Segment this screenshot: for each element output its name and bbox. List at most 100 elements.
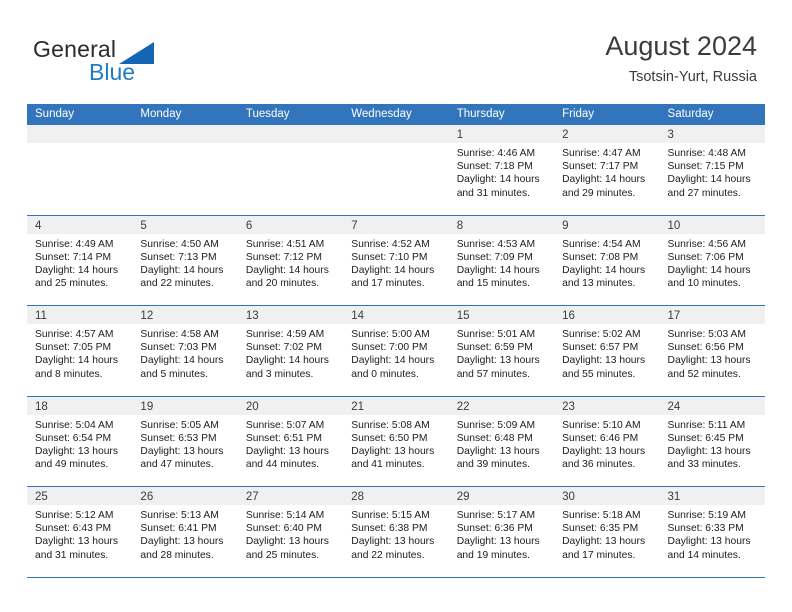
calendar-day-cell[interactable]: 11 Sunrise: 4:57 AM Sunset: 7:05 PM Dayligh… (27, 306, 133, 396)
calendar-day-cell[interactable]: 10 Sunrise: 4:56 AM Sunset: 7:06 PM Dayligh… (659, 215, 765, 305)
calendar-day-cell[interactable]: 28 Sunrise: 5:15 AM Sunset: 6:38 PM Dayligh… (343, 487, 449, 577)
day-number-band: 3 (659, 125, 765, 143)
general-blue-logo[interactable]: General Blue (33, 36, 233, 92)
daylight-text-line2: and 31 minutes. (35, 549, 109, 561)
day-number-band: 22 (448, 396, 555, 415)
sunset-text: Sunset: 6:54 PM (35, 432, 112, 444)
calendar-day-cell[interactable]: 5 Sunrise: 4:50 AM Sunset: 7:13 PM Daylight… (132, 215, 238, 305)
daylight-text-line2: and 28 minutes. (140, 549, 214, 561)
logo-text-blue: Blue (89, 59, 136, 85)
calendar-day-cell[interactable]: 22 Sunrise: 5:09 AM Sunset: 6:48 PM Dayligh… (448, 396, 555, 486)
calendar-day-cell[interactable]: 27 Sunrise: 5:14 AM Sunset: 6:40 PM Dayligh… (237, 487, 344, 577)
sunrise-text: Sunrise: 5:15 AM (351, 510, 430, 521)
day-number-band: 5 (132, 215, 238, 234)
daylight-text-line2: and 3 minutes. (245, 368, 314, 380)
sunrise-text: Sunrise: 5:17 AM (456, 510, 536, 521)
calendar-week-row: 18 Sunrise: 5:04 AM Sunset: 6:54 PM Dayligh… (27, 396, 765, 487)
sunrise-text: Sunrise: 5:08 AM (351, 419, 430, 431)
day-number-band: 17 (659, 306, 765, 324)
calendar-day-cell[interactable]: 9 Sunrise: 4:54 AM Sunset: 7:08 PM Daylight… (554, 215, 660, 305)
daylight-text-line1: Daylight: 13 hours (562, 536, 646, 548)
calendar-day-cell[interactable]: 21 Sunrise: 5:08 AM Sunset: 6:50 PM Dayligh… (343, 396, 449, 486)
sunrise-text: Sunrise: 5:03 AM (667, 329, 746, 340)
calendar-week-row: 4 Sunrise: 4:49 AM Sunset: 7:14 PM Daylight… (27, 215, 765, 306)
day-details: Sunrise: 5:19 AM Sunset: 6:33 PM Daylight:… (660, 505, 765, 562)
sunrise-text: Sunrise: 4:48 AM (667, 148, 746, 159)
calendar-grid: Sunday Monday Tuesday Wednesday Thursday… (27, 104, 765, 578)
day-number-band (27, 125, 133, 143)
calendar-day-cell[interactable]: 19 Sunrise: 5:05 AM Sunset: 6:53 PM Dayligh… (132, 396, 238, 486)
page-title: August 2024 (605, 31, 757, 61)
daylight-text-line1: Daylight: 13 hours (140, 445, 224, 457)
daylight-text-line1: Daylight: 14 hours (35, 264, 118, 276)
calendar-day-cell[interactable]: 18 Sunrise: 5:04 AM Sunset: 6:54 PM Dayligh… (27, 396, 133, 486)
day-details: Sunrise: 4:53 AM Sunset: 7:09 PM Daylight:… (449, 234, 554, 291)
day-number-band: 9 (554, 215, 660, 234)
day-number-band: 6 (237, 215, 344, 234)
calendar-day-cell[interactable]: 15 Sunrise: 5:01 AM Sunset: 6:59 PM Dayligh… (448, 306, 555, 396)
calendar-day-cell[interactable]: 24 Sunrise: 5:11 AM Sunset: 6:45 PM Dayligh… (659, 396, 765, 486)
daylight-text-line2: and 0 minutes. (351, 368, 419, 380)
calendar-day-cell[interactable]: 20 Sunrise: 5:07 AM Sunset: 6:51 PM Dayligh… (237, 396, 344, 486)
calendar-day-cell[interactable]: 8 Sunrise: 4:53 AM Sunset: 7:09 PM Daylight… (448, 215, 555, 305)
daylight-text-line2: and 44 minutes. (245, 459, 320, 471)
day-details: Sunrise: 5:12 AM Sunset: 6:43 PM Daylight:… (27, 505, 132, 562)
day-number: 16 (562, 310, 575, 322)
sunrise-text: Sunrise: 5:04 AM (35, 419, 114, 431)
calendar-day-cell[interactable]: 26 Sunrise: 5:13 AM Sunset: 6:41 PM Dayligh… (132, 487, 238, 577)
day-number-band: 25 (27, 487, 133, 505)
sunset-text: Sunset: 7:09 PM (456, 251, 533, 263)
calendar-day-cell[interactable]: 16 Sunrise: 5:02 AM Sunset: 6:57 PM Dayligh… (554, 306, 660, 396)
calendar-day-cell[interactable]: 1 Sunrise: 4:46 AM Sunset: 7:18 PM Daylight… (448, 125, 555, 215)
day-number-band: 26 (132, 487, 238, 505)
weekday-wednesday: Wednesday (351, 108, 412, 120)
weekday-friday: Friday (562, 108, 595, 120)
daylight-text-line1: Daylight: 14 hours (456, 264, 540, 276)
calendar-day-cell[interactable]: 30 Sunrise: 5:18 AM Sunset: 6:35 PM Dayligh… (554, 487, 660, 577)
day-number-band: 15 (448, 306, 555, 324)
day-number: 28 (351, 491, 365, 503)
daylight-text-line1: Daylight: 13 hours (245, 536, 329, 548)
calendar-day-cell[interactable]: 13 Sunrise: 4:59 AM Sunset: 7:02 PM Dayligh… (237, 306, 344, 396)
daylight-text-line2: and 15 minutes. (456, 278, 530, 290)
daylight-text-line2: and 5 minutes. (140, 368, 208, 380)
calendar-day-cell[interactable]: 6 Sunrise: 4:51 AM Sunset: 7:12 PM Daylight… (237, 215, 344, 305)
calendar-day-cell[interactable]: 14 Sunrise: 5:00 AM Sunset: 7:00 PM Dayligh… (343, 306, 449, 396)
calendar-day-cell-empty (132, 125, 238, 215)
sunset-text: Sunset: 6:53 PM (140, 432, 217, 444)
day-details: Sunrise: 4:58 AM Sunset: 7:03 PM Daylight:… (132, 324, 237, 381)
sunset-text: Sunset: 6:38 PM (351, 523, 428, 535)
day-details: Sunrise: 5:03 AM Sunset: 6:56 PM Daylight:… (660, 324, 765, 381)
day-number: 25 (35, 491, 48, 503)
calendar-day-cell[interactable]: 4 Sunrise: 4:49 AM Sunset: 7:14 PM Daylight… (27, 215, 133, 305)
calendar-day-cell[interactable]: 12 Sunrise: 4:58 AM Sunset: 7:03 PM Dayligh… (132, 306, 238, 396)
calendar-week-row: 1 Sunrise: 4:46 AM Sunset: 7:18 PM Daylight… (27, 125, 765, 216)
day-number: 9 (562, 219, 569, 232)
day-number-band: 28 (343, 487, 449, 505)
daylight-text-line2: and 25 minutes. (245, 549, 320, 561)
daylight-text-line2: and 33 minutes. (667, 459, 741, 471)
day-number: 20 (245, 400, 259, 413)
daylight-text-line2: and 17 minutes. (562, 549, 636, 561)
sunrise-text: Sunrise: 5:00 AM (351, 329, 430, 340)
sunset-text: Sunset: 6:33 PM (667, 523, 744, 535)
sunrise-text: Sunrise: 5:09 AM (456, 419, 536, 431)
calendar-day-cell[interactable]: 2 Sunrise: 4:47 AM Sunset: 7:17 PM Daylight… (554, 125, 660, 215)
calendar-day-cell[interactable]: 7 Sunrise: 4:52 AM Sunset: 7:10 PM Daylight… (343, 215, 449, 305)
calendar-day-cell-empty (343, 125, 449, 215)
calendar-day-cell[interactable]: 23 Sunrise: 5:10 AM Sunset: 6:46 PM Dayligh… (554, 396, 660, 486)
day-number-band: 4 (27, 215, 133, 234)
day-details: Sunrise: 5:02 AM Sunset: 6:57 PM Daylight:… (554, 324, 659, 381)
sunset-text: Sunset: 6:36 PM (456, 523, 533, 535)
calendar-day-cell[interactable]: 29 Sunrise: 5:17 AM Sunset: 6:36 PM Dayligh… (448, 487, 555, 577)
calendar-day-cell[interactable]: 17 Sunrise: 5:03 AM Sunset: 6:56 PM Dayligh… (659, 306, 765, 396)
calendar-day-cell[interactable]: 25 Sunrise: 5:12 AM Sunset: 6:43 PM Dayligh… (27, 487, 133, 577)
day-details: Sunrise: 4:56 AM Sunset: 7:06 PM Daylight:… (660, 234, 765, 291)
sunrise-text: Sunrise: 4:56 AM (667, 238, 746, 250)
day-details: Sunrise: 5:04 AM Sunset: 6:54 PM Daylight:… (27, 415, 132, 472)
calendar-day-cell[interactable]: 3 Sunrise: 4:48 AM Sunset: 7:15 PM Daylight… (659, 125, 765, 215)
sunset-text: Sunset: 7:12 PM (245, 251, 322, 263)
calendar-day-cell[interactable]: 31 Sunrise: 5:19 AM Sunset: 6:33 PM Dayligh… (659, 487, 765, 577)
sunset-text: Sunset: 7:08 PM (562, 251, 639, 263)
sunrise-text: Sunrise: 5:13 AM (140, 510, 219, 521)
